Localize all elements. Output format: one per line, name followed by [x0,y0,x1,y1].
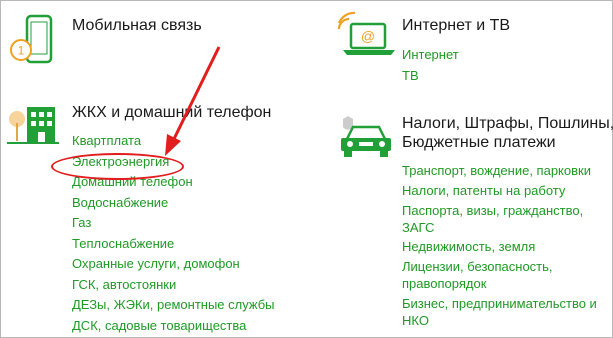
red-arrow-icon [165,46,221,156]
payments-category-panel: 1 Мобильная связь ЖКХ и домашний телефон… [0,0,613,338]
